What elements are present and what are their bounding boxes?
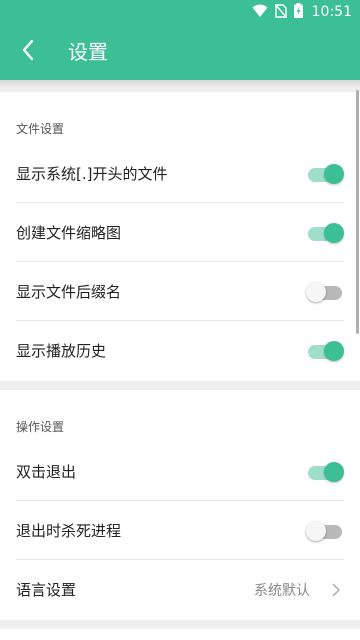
section-header-operation: 操作设置 — [16, 420, 65, 434]
section-header-file: 文件设置 — [16, 122, 65, 136]
language-value: 系统默认 — [254, 582, 310, 599]
app-bar-shadow — [0, 80, 360, 88]
chevron-right-icon — [332, 582, 341, 601]
no-sim-icon — [274, 3, 288, 22]
setting-row-language[interactable]: 语言设置 系统默认 — [16, 560, 344, 619]
setting-row-create-thumbnails[interactable]: 创建文件缩略图 — [16, 203, 344, 262]
setting-row-kill-process[interactable]: 退出时杀死进程 — [16, 501, 344, 560]
setting-row-show-hidden-files[interactable]: 显示系统[.]开头的文件 — [16, 144, 344, 203]
toggle-switch[interactable] — [306, 521, 344, 541]
status-icons: 10:51 — [252, 0, 352, 24]
file-settings-section: 文件设置 显示系统[.]开头的文件 创建文件缩略图 显示文件后缀名 显示播放历史 — [0, 92, 360, 381]
status-time: 10:51 — [311, 4, 352, 20]
toggle-switch[interactable] — [306, 462, 344, 482]
scrollbar[interactable] — [356, 90, 359, 334]
toggle-switch[interactable] — [306, 282, 344, 302]
page-title: 设置 — [68, 40, 108, 64]
toggle-switch[interactable] — [306, 164, 344, 184]
setting-label: 双击退出 — [16, 462, 77, 481]
setting-row-play-history[interactable]: 显示播放历史 — [16, 321, 344, 380]
setting-label: 显示文件后缀名 — [16, 282, 122, 301]
setting-label: 显示系统[.]开头的文件 — [16, 164, 168, 183]
setting-label: 创建文件缩略图 — [16, 223, 122, 242]
app-bar: 设置 — [0, 24, 360, 80]
status-bar: 10:51 — [0, 0, 360, 24]
back-arrow-icon — [21, 39, 35, 65]
toggle-switch[interactable] — [306, 341, 344, 361]
setting-label: 退出时杀死进程 — [16, 521, 122, 540]
setting-label: 显示播放历史 — [16, 342, 107, 360]
next-section-card — [0, 629, 360, 640]
battery-charging-icon — [293, 2, 303, 22]
setting-row-double-tap-exit[interactable]: 双击退出 — [16, 442, 344, 501]
setting-row-show-extensions[interactable]: 显示文件后缀名 — [16, 262, 344, 321]
toggle-switch[interactable] — [306, 223, 344, 243]
setting-label: 语言设置 — [16, 581, 77, 599]
wifi-icon — [252, 3, 268, 22]
operation-settings-section: 操作设置 双击退出 退出时杀死进程 语言设置 系统默认 — [0, 390, 360, 620]
back-button[interactable] — [4, 28, 52, 76]
